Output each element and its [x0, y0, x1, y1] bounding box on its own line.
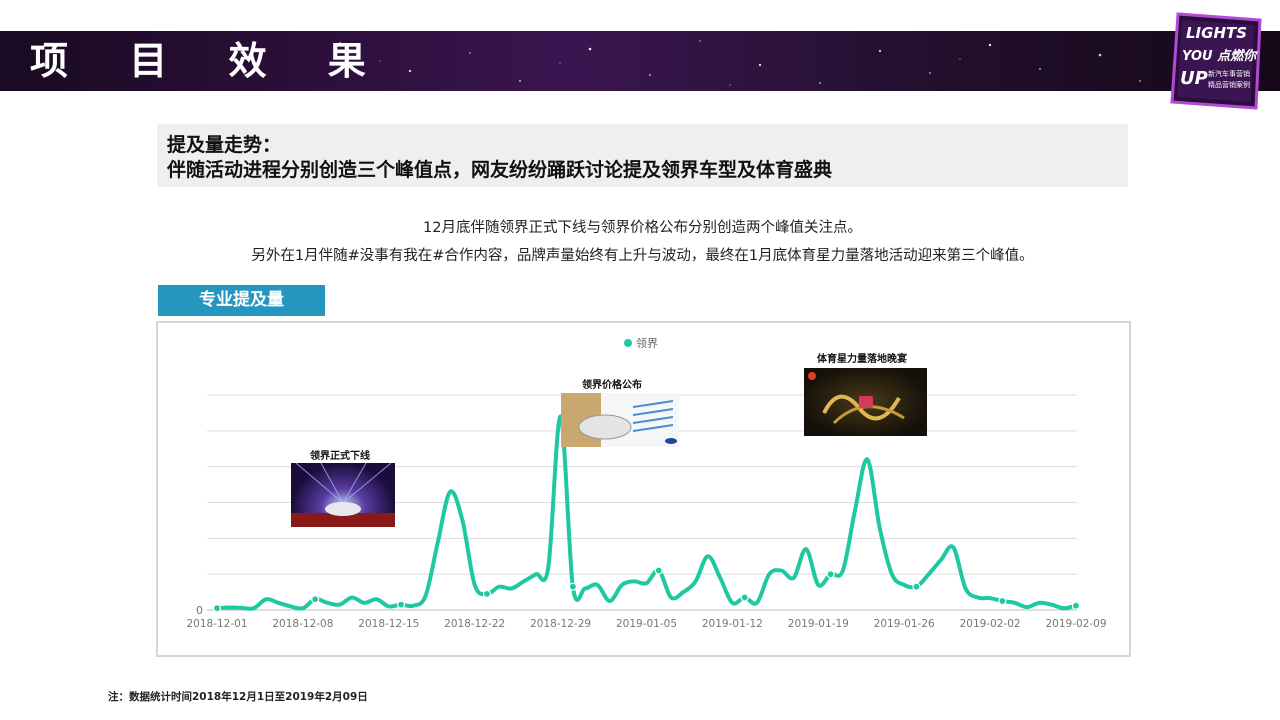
logo-text-5: 精品营销案例	[1208, 80, 1250, 89]
launch-event-photo	[291, 463, 395, 527]
annotation-title-launch: 领界正式下线	[310, 451, 370, 462]
y-tick-label: 0	[196, 604, 203, 617]
chart-container: 0 2018-12-01 2018-12-08 2018-12-15 2018-12-2…	[156, 321, 1131, 657]
data-point	[826, 570, 835, 579]
data-point	[212, 604, 222, 613]
section-label: 专业提及量	[158, 285, 325, 316]
data-point	[311, 595, 320, 604]
logo-text-2: YOU 点燃你	[1182, 48, 1258, 64]
data-point	[654, 566, 663, 575]
page-title: 项 目 效 果	[30, 39, 390, 83]
x-tick-label: 2019-02-09	[1045, 618, 1106, 630]
x-tick-label: 2018-12-08	[272, 618, 333, 630]
price-announcement-card	[561, 393, 679, 447]
description-line-2: 另外在1月伴随#没事有我在#合作内容，品牌声量始终有上升与波动，最终在1月底体育…	[251, 248, 1034, 264]
x-tick-label: 2019-01-26	[874, 618, 935, 630]
data-point	[912, 582, 921, 591]
headline-box: 提及量走势： 伴随活动进程分别创造三个峰值点，网友纷纷踊跃讨论提及领界车型及体育…	[157, 124, 1128, 187]
x-tick-label: 2019-01-12	[702, 618, 763, 630]
x-tick-label: 2019-01-05	[616, 618, 677, 630]
data-point	[568, 582, 577, 591]
logo-text-1: LIGHTS	[1186, 24, 1247, 42]
headline-summary: 伴随活动进程分别创造三个峰值点，网友纷纷踊跃讨论提及领界车型及体育盛典	[167, 159, 833, 181]
legend-marker	[624, 339, 632, 347]
footnote: 注：数据统计时间2018年12月1日至2019年2月09日	[108, 691, 368, 703]
data-point	[396, 600, 406, 609]
legend-label: 领界	[636, 337, 658, 350]
price-card-graphic	[561, 393, 677, 447]
x-tick-label: 2018-12-01	[186, 618, 247, 630]
data-point	[1071, 601, 1081, 610]
logo-text-4: 新汽车事营销	[1208, 69, 1250, 78]
header-banner: 项 目 效 果	[0, 31, 1280, 91]
data-point	[482, 589, 492, 598]
gala-screen-graphic	[808, 372, 905, 425]
data-point	[740, 593, 749, 602]
lights-you-up-logo: LIGHTS YOU 点燃你 UP 新汽车事营销 精品营销案例	[1170, 12, 1262, 110]
annotation-title-price: 领界价格公布	[582, 380, 642, 391]
description-line-1: 12月底伴随领界正式下线与领界价格公布分别创造两个峰值关注点。	[423, 220, 862, 236]
data-point	[998, 596, 1007, 606]
x-tick-label: 2019-01-19	[788, 618, 849, 630]
headline-title: 提及量走势：	[167, 134, 282, 156]
logo-text-3: UP	[1180, 68, 1208, 89]
annotation-title-gala: 体育星力量落地晚宴	[817, 354, 907, 365]
x-tick-label: 2018-12-29	[530, 618, 591, 630]
x-tick-label: 2018-12-22	[444, 618, 505, 630]
launch-stage-graphic	[291, 463, 395, 527]
sports-gala-photo	[804, 368, 927, 436]
x-tick-label: 2018-12-15	[358, 618, 419, 630]
x-tick-label: 2019-02-02	[960, 618, 1021, 630]
